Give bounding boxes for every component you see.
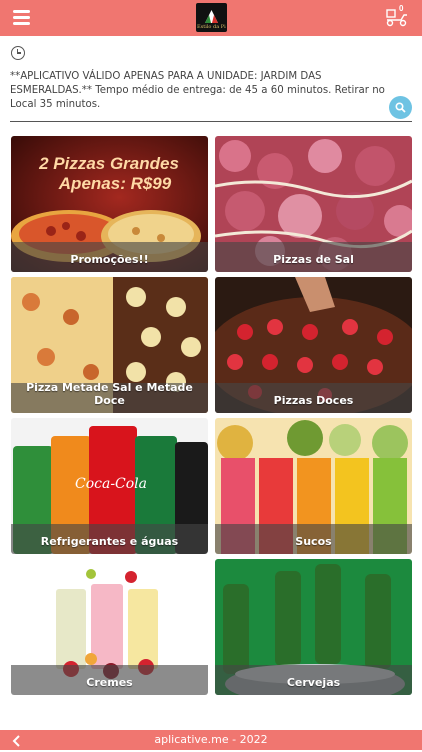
cart-count-badge: 0	[399, 4, 404, 13]
category-label: Pizzas de Sal	[273, 253, 354, 266]
bottom-bar: aplicative.me - 2022	[0, 730, 422, 750]
category-label: Pizzas Doces	[273, 394, 354, 407]
category-tile-promocoes[interactable]: 2 Pizzas Grandes Apenas: R$99 Promoções!…	[11, 136, 208, 272]
category-tile-cervejas[interactable]: Cervejas	[215, 559, 412, 695]
category-label: Cervejas	[286, 676, 341, 689]
svg-text:2 Pizzas Grandes: 2 Pizzas Grandes	[38, 154, 179, 173]
category-label: Refrigerantes e águas	[40, 535, 179, 548]
store-notice: **APLICATIVO VÁLIDO APENAS PARA A UNIDAD…	[10, 71, 385, 110]
divider	[10, 121, 412, 122]
search-icon	[395, 102, 406, 113]
clock-icon	[11, 46, 25, 60]
footer-credit: aplicative.me - 2022	[154, 733, 268, 746]
top-bar: Estilo da Pizza 0	[0, 0, 422, 36]
category-label: Promoções!!	[70, 253, 149, 266]
svg-text:Apenas: R$99: Apenas: R$99	[58, 174, 172, 193]
category-label: Pizza Metade Sal e Metade Doce	[26, 381, 193, 407]
category-tile-cremes[interactable]: Cremes	[11, 559, 208, 695]
category-tile-pizzas-doces[interactable]: Pizzas Doces	[215, 277, 412, 413]
logo-text: Estilo da Pizza	[197, 24, 226, 30]
category-tile-refrigerantes-aguas[interactable]: Coca-Cola Refrigerantes e águas	[11, 418, 208, 554]
category-tile-pizzas-de-sal[interactable]: Pizzas de Sal	[215, 136, 412, 272]
hamburger-menu-icon[interactable]	[13, 10, 30, 25]
search-button[interactable]	[389, 96, 412, 119]
category-tile-sucos[interactable]: Sucos	[215, 418, 412, 554]
category-label: Cremes	[86, 676, 133, 689]
delivery-scooter-icon[interactable]	[385, 9, 409, 27]
category-tile-metade-sal-metade-doce[interactable]: Pizza Metade Sal e Metade Doce	[11, 277, 208, 413]
category-label: Sucos	[295, 535, 332, 548]
brand-logo[interactable]: Estilo da Pizza	[196, 3, 227, 32]
svg-text:Coca-Cola: Coca-Cola	[75, 476, 147, 492]
